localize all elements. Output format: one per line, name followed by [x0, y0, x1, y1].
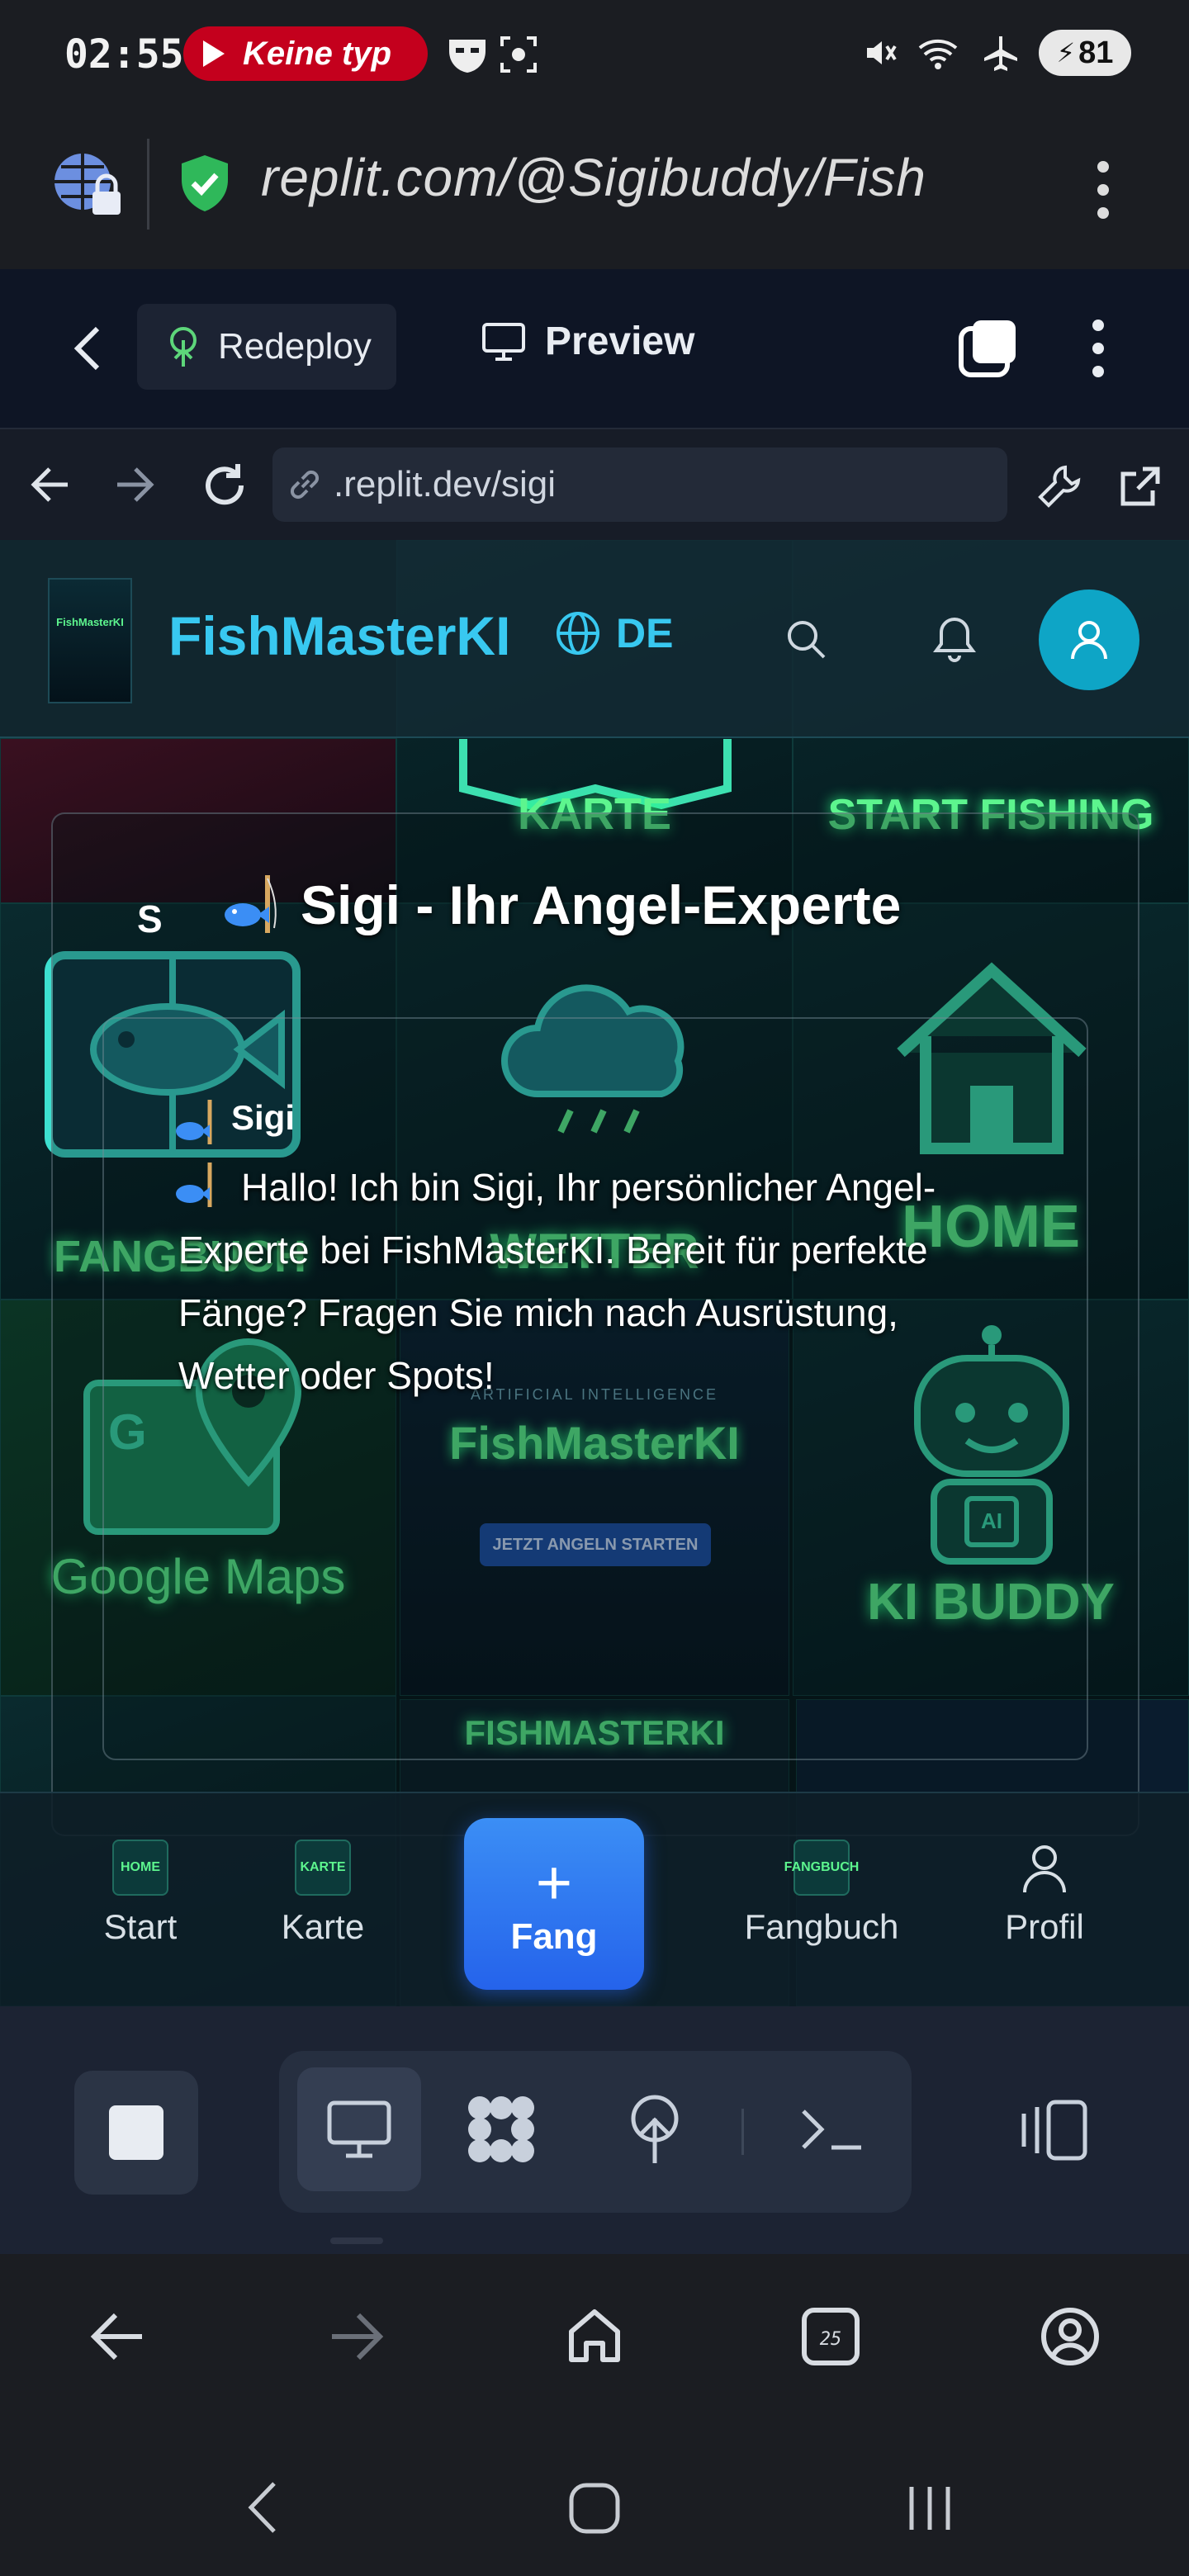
browser-back-icon[interactable] — [89, 2310, 147, 2363]
divider — [147, 139, 149, 230]
play-icon — [203, 40, 225, 67]
webview-nav-bar: .replit.dev/sigi — [0, 428, 1189, 540]
nav-fang-button[interactable]: + Fang — [464, 1818, 644, 1990]
deploy-tool-button[interactable] — [593, 2067, 717, 2191]
screenshot-icon — [500, 36, 537, 73]
system-recents-icon[interactable] — [903, 2482, 956, 2535]
nav-profil[interactable]: Profil — [991, 1840, 1098, 1947]
bell-icon[interactable] — [931, 614, 978, 664]
status-icons: ⚡ 81 — [862, 30, 1131, 76]
fishing-rod-icon — [176, 1100, 212, 1144]
nav-start[interactable]: HOME Start — [83, 1840, 198, 1947]
redeploy-button[interactable]: Redeploy — [137, 304, 396, 390]
stop-icon — [109, 2105, 163, 2160]
deploy-icon — [631, 2095, 679, 2163]
nav-fangbuch[interactable]: FANGBUCH Fangbuch — [735, 1840, 908, 1947]
agent-icon — [468, 2096, 534, 2162]
reload-icon[interactable] — [200, 461, 249, 510]
open-external-icon[interactable] — [1116, 464, 1163, 510]
user-icon — [1071, 621, 1107, 660]
chat-sender: Sigi — [231, 1098, 296, 1137]
webview-address-field[interactable]: .replit.dev/sigi — [272, 447, 1007, 522]
status-bar: 02:55 Keine typ ⚡ 81 — [0, 0, 1189, 112]
chat-message-text: Hallo! Ich bin Sigi, Ihr persönlicher An… — [178, 1166, 936, 1397]
agent-tool-button[interactable] — [439, 2067, 563, 2191]
app-viewport: KARTE START FISHING FANGBUCH WETTER HOME… — [0, 540, 1189, 2006]
wrench-icon[interactable] — [1035, 462, 1083, 510]
browser-home-icon[interactable] — [565, 2305, 624, 2365]
drag-handle[interactable] — [330, 2237, 383, 2244]
nav-back-icon[interactable] — [30, 466, 71, 504]
tabs-icon[interactable] — [955, 315, 1021, 381]
mute-icon — [867, 41, 897, 64]
shield-check-icon — [182, 155, 228, 211]
media-pill[interactable]: Keine typ — [183, 26, 428, 81]
brand-title[interactable]: FishMasterKI — [168, 604, 510, 667]
replit-menu-icon[interactable] — [1082, 315, 1115, 385]
deploy-icon — [170, 327, 197, 367]
monitor-icon — [327, 2100, 391, 2158]
tab-count-icon[interactable]: 25 — [799, 2305, 862, 2368]
nav-fangbuch-label: Fangbuch — [744, 1907, 899, 1946]
browser-menu-icon[interactable] — [1087, 155, 1120, 225]
chat-title-text: Sigi - Ihr Angel-Experte — [301, 874, 902, 935]
back-chevron-icon[interactable] — [69, 324, 106, 373]
nav-start-label: Start — [103, 1907, 178, 1946]
app-logo[interactable]: FishMasterKI — [48, 578, 132, 703]
wifi-icon — [918, 39, 958, 69]
profile-avatar-button[interactable] — [1039, 590, 1139, 690]
nav-fangbuch-thumb: FANGBUCH — [784, 1840, 859, 1896]
globe-icon — [557, 612, 599, 655]
globe-lock-icon[interactable] — [50, 145, 126, 221]
divider — [741, 2109, 744, 2155]
language-switcher[interactable]: DE — [555, 609, 673, 657]
app-header: FishMasterKI FishMasterKI DE — [0, 540, 1189, 738]
plus-icon: + — [535, 1848, 573, 1918]
account-icon[interactable] — [1039, 2305, 1101, 2368]
nav-karte-thumb: KARTE — [295, 1840, 351, 1896]
preview-tab[interactable]: Preview — [481, 319, 694, 364]
link-icon — [290, 470, 320, 500]
system-back-icon[interactable] — [244, 2479, 281, 2536]
replit-toolbar — [0, 2006, 1189, 2254]
url-text[interactable]: replit.com/@Sigibuddy/Fish — [261, 147, 1037, 208]
nav-karte-label: Karte — [281, 1907, 365, 1946]
stop-button[interactable] — [74, 2071, 198, 2195]
nav-forward-icon[interactable] — [114, 466, 155, 504]
browser-bottom-bar: 25 — [0, 2254, 1189, 2427]
profile-icon — [1023, 1845, 1066, 1893]
redeploy-label: Redeploy — [218, 326, 372, 367]
tool-switcher — [279, 2051, 912, 2213]
svg-text:25: 25 — [820, 2329, 842, 2350]
terminal-icon — [802, 2110, 861, 2150]
replit-header: Redeploy Preview — [0, 269, 1189, 428]
nav-profil-label: Profil — [1005, 1907, 1084, 1946]
mask-icon — [449, 40, 486, 73]
system-nav-bar — [0, 2427, 1189, 2576]
language-label: DE — [616, 610, 674, 656]
fishing-rod-icon — [225, 875, 277, 933]
browser-forward-icon[interactable] — [327, 2310, 385, 2363]
battery-level: 81 — [1078, 35, 1114, 70]
status-time: 02:55 — [64, 31, 184, 78]
preview-label: Preview — [545, 320, 695, 363]
chat-title: Sigi - Ihr Angel-Experte — [221, 872, 901, 938]
nav-fang-label: Fang — [510, 1916, 598, 1957]
media-pill-label: Keine typ — [243, 35, 392, 72]
browser-url-bar: replit.com/@Sigibuddy/Fish — [0, 112, 1189, 269]
preview-tool-button[interactable] — [297, 2067, 421, 2191]
split-pane-icon[interactable] — [1016, 2097, 1090, 2163]
chat-avatar-initial: S — [137, 897, 163, 940]
app-logo-text: FishMasterKI — [56, 616, 124, 628]
nav-karte[interactable]: KARTE Karte — [261, 1840, 385, 1947]
system-home-icon[interactable] — [568, 2482, 621, 2535]
nav-start-thumb: HOME — [112, 1840, 168, 1896]
battery-indicator: ⚡ 81 — [1039, 30, 1131, 76]
search-icon[interactable] — [783, 616, 829, 662]
shell-tool-button[interactable] — [770, 2067, 893, 2191]
airplane-icon — [984, 36, 1017, 71]
app-bottom-nav: HOME Start KARTE Karte + Fang FANGBUCH F… — [0, 1792, 1189, 2006]
monitor-icon — [482, 322, 525, 361]
webview-address: .replit.dev/sigi — [334, 464, 557, 504]
